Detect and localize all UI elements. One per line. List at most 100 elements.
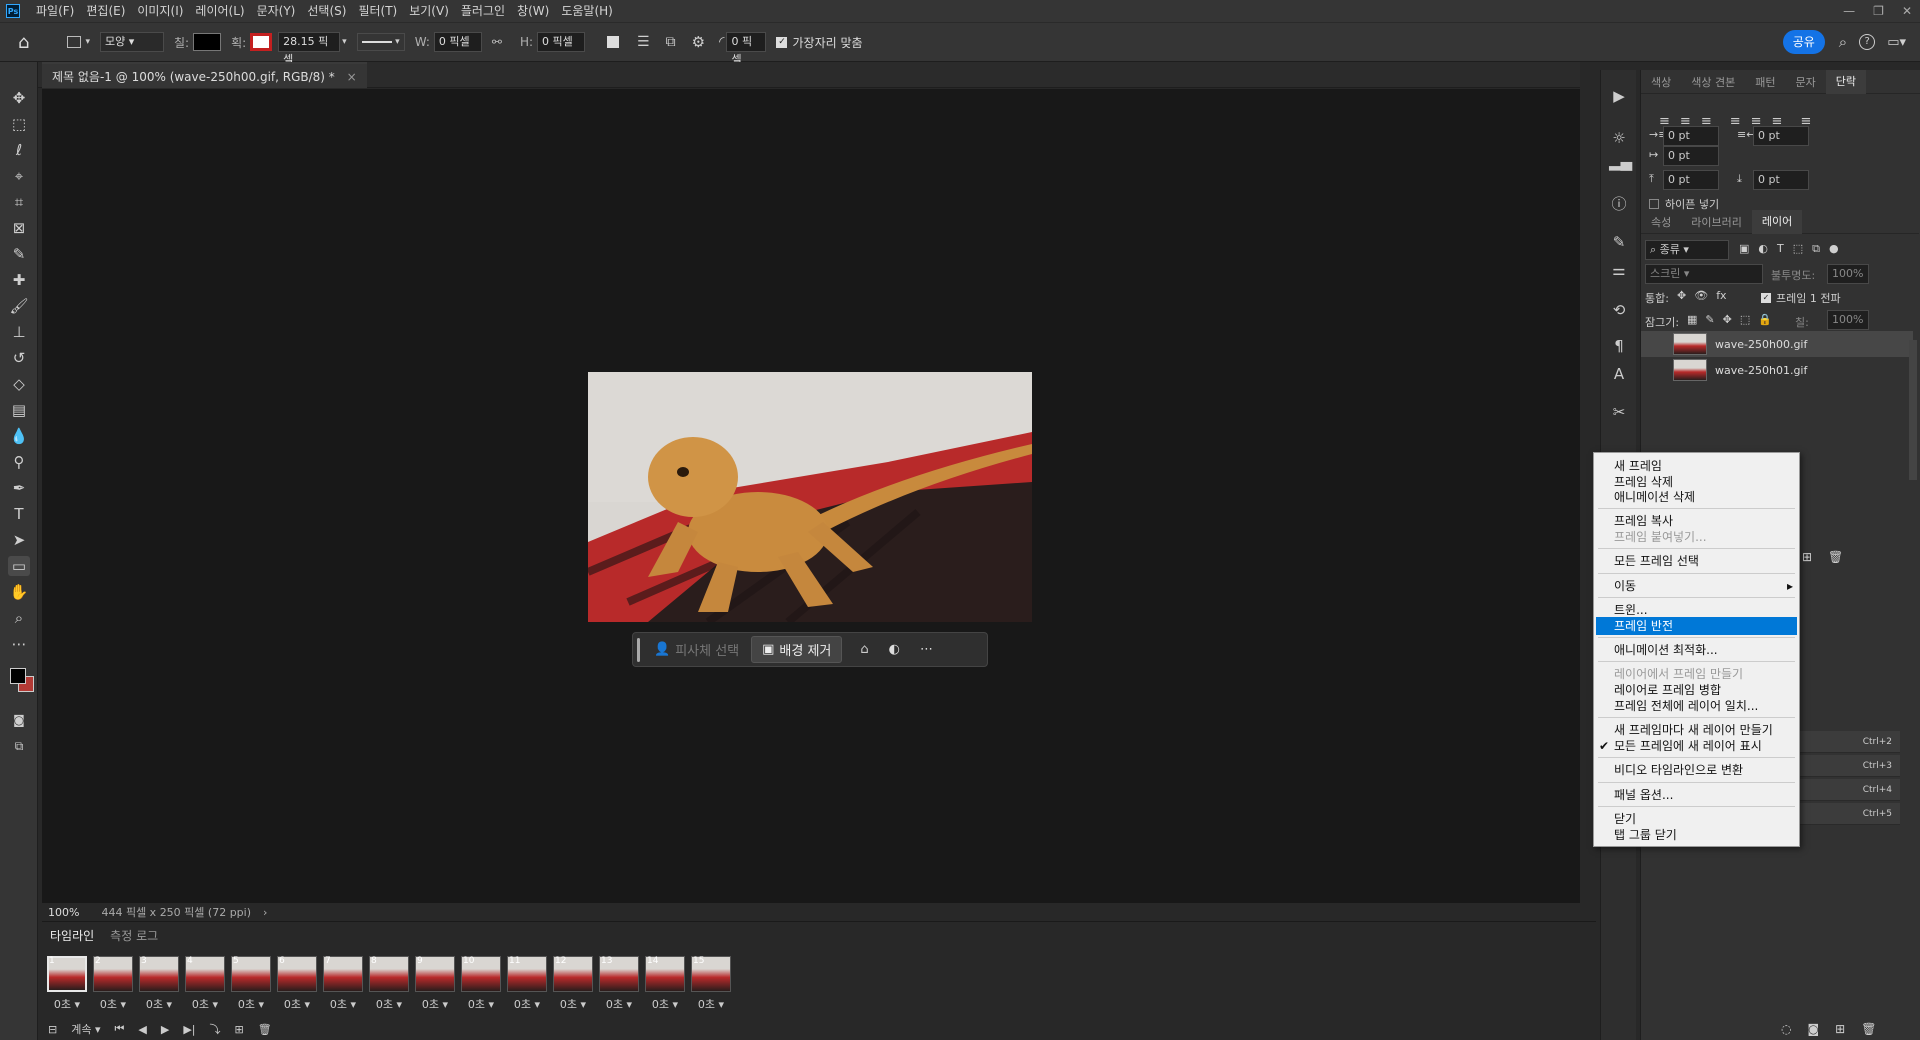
healing-brush-tool-icon[interactable]: ✚: [8, 270, 30, 290]
frame-delay-select[interactable]: 0초 ▾: [92, 996, 134, 1012]
object-selection-tool-icon[interactable]: ⌖: [8, 166, 30, 186]
animation-frame[interactable]: 12 0초 ▾: [552, 956, 594, 1016]
frame-delay-select[interactable]: 0초 ▾: [598, 996, 640, 1012]
adjustment-icon[interactable]: ◐: [889, 642, 900, 657]
chevron-down-icon[interactable]: ▾: [85, 37, 90, 47]
menu-filter[interactable]: 필터(T): [352, 0, 403, 22]
animation-frame[interactable]: 7 0초 ▾: [322, 956, 364, 1016]
menu-view[interactable]: 보기(V): [403, 0, 455, 22]
filter-shape-icon[interactable]: ⬚: [1793, 242, 1803, 256]
animation-frame[interactable]: 6 0초 ▾: [276, 956, 318, 1016]
tab-color[interactable]: 색상: [1641, 74, 1681, 90]
move-tool-icon[interactable]: ✥: [8, 88, 30, 108]
height-field[interactable]: 0 픽셀: [537, 32, 586, 52]
tab-swatches[interactable]: 색상 견본: [1681, 74, 1745, 90]
play-actions-icon[interactable]: ▶: [1609, 86, 1629, 106]
animation-frame[interactable]: 9 0초 ▾: [414, 956, 456, 1016]
context-menu-item[interactable]: 비디오 타임라인으로 변환: [1596, 761, 1797, 779]
filter-toggle-icon[interactable]: ●: [1829, 242, 1839, 256]
frame-delay-select[interactable]: 0초 ▾: [276, 996, 318, 1012]
menu-help[interactable]: 도움말(H): [555, 0, 619, 22]
frame-delay-select[interactable]: 0초 ▾: [368, 996, 410, 1012]
brush-tool-icon[interactable]: 🖌: [8, 296, 30, 316]
frame-delay-select[interactable]: 0초 ▾: [460, 996, 502, 1012]
animation-frame[interactable]: 2 0초 ▾: [92, 956, 134, 1016]
layer-row[interactable]: wave-250h01.gif: [1641, 357, 1913, 383]
history-icon[interactable]: ⟲: [1609, 300, 1629, 320]
tab-timeline[interactable]: 타임라인: [42, 927, 102, 944]
tween-icon[interactable]: ⤵: [210, 1021, 221, 1037]
propagate-checkbox[interactable]: ✓: [1761, 293, 1771, 303]
play-icon[interactable]: ▶: [161, 1023, 169, 1036]
document-image[interactable]: [588, 372, 1032, 622]
new-layer-icon[interactable]: ⊞: [1802, 550, 1812, 564]
frame-delay-select[interactable]: 0초 ▾: [138, 996, 180, 1012]
home-icon[interactable]: ⌂: [18, 32, 29, 53]
hand-tool-icon[interactable]: ✋: [8, 582, 30, 602]
tool-preset-icon[interactable]: [67, 36, 82, 48]
more-options-button[interactable]: ⋯: [920, 642, 933, 657]
context-menu-item[interactable]: 탭 그룹 닫기: [1596, 826, 1797, 844]
filter-smart-object-icon[interactable]: ⧉: [1812, 242, 1820, 256]
select-subject-button[interactable]: 👤 피사체 선택: [654, 640, 739, 659]
next-frame-icon[interactable]: ▶|: [183, 1023, 195, 1036]
frame-delay-select[interactable]: 0초 ▾: [322, 996, 364, 1012]
context-menu-item[interactable]: 애니메이션 삭제: [1596, 488, 1797, 506]
menu-file[interactable]: 파일(F): [30, 0, 80, 22]
gear-icon[interactable]: ⚙: [692, 33, 705, 51]
duplicate-frame-icon[interactable]: ⊞: [235, 1023, 244, 1036]
character-icon[interactable]: A: [1609, 364, 1629, 384]
lock-transparent-icon[interactable]: ▦: [1687, 313, 1697, 326]
info-icon[interactable]: ⓘ: [1609, 194, 1629, 214]
more-tools-icon[interactable]: ⋯: [8, 634, 30, 654]
paragraph-icon[interactable]: ¶: [1609, 336, 1629, 356]
unify-position-icon[interactable]: ✥: [1677, 289, 1686, 302]
path-selection-tool-icon[interactable]: ➤: [8, 530, 30, 550]
animation-frame[interactable]: 8 0초 ▾: [368, 956, 410, 1016]
animation-frame[interactable]: 3 0초 ▾: [138, 956, 180, 1016]
eraser-tool-icon[interactable]: ◇: [8, 374, 30, 394]
filter-pixel-icon[interactable]: ▣: [1739, 242, 1749, 256]
channel-shortcut[interactable]: Ctrl+2: [1800, 731, 1900, 753]
crop-tool-icon[interactable]: ⌗: [8, 192, 30, 212]
lasso-tool-icon[interactable]: ℓ: [8, 140, 30, 160]
dotted-circle-icon[interactable]: ◌: [1781, 1022, 1791, 1036]
context-menu-item[interactable]: 모든 프레임 선택: [1596, 552, 1797, 570]
animation-frame[interactable]: 10 0초 ▾: [460, 956, 502, 1016]
frame-delay-select[interactable]: 0초 ▾: [552, 996, 594, 1012]
lock-position-icon[interactable]: ✥: [1723, 313, 1732, 326]
stroke-width-field[interactable]: 28.15 픽셀: [278, 32, 341, 66]
new-item-icon[interactable]: ⊞: [1835, 1022, 1845, 1036]
convert-timeline-icon[interactable]: ⊟: [48, 1023, 57, 1036]
lock-artboard-icon[interactable]: ⬚: [1740, 313, 1750, 326]
animation-frame[interactable]: 11 0초 ▾: [506, 956, 548, 1016]
context-menu-item[interactable]: 프레임 전체에 레이어 일치...: [1596, 697, 1797, 715]
indent-right-field[interactable]: 0 pt: [1753, 126, 1809, 146]
link-icon[interactable]: ⚯: [492, 35, 502, 49]
stroke-type-select[interactable]: ▾: [356, 33, 405, 51]
path-arrangement-icon[interactable]: ⧉: [666, 34, 676, 50]
gradient-tool-icon[interactable]: ▤: [8, 400, 30, 420]
close-tab-icon[interactable]: ×: [347, 70, 357, 84]
lock-all-icon[interactable]: 🔒: [1758, 313, 1772, 326]
blend-mode-select[interactable]: 스크린 ▾: [1645, 264, 1763, 284]
foreground-color-swatch[interactable]: [10, 668, 26, 684]
context-menu-item[interactable]: ✔ 모든 프레임에 새 레이어 표시: [1596, 737, 1797, 755]
filter-adjustment-icon[interactable]: ◐: [1758, 242, 1768, 256]
channel-shortcut[interactable]: Ctrl+5: [1800, 803, 1900, 825]
rectangle-tool-icon[interactable]: ▭: [8, 556, 30, 576]
path-alignment-icon[interactable]: ☰: [637, 34, 650, 50]
animation-frame[interactable]: 13 0초 ▾: [598, 956, 640, 1016]
layer-filter-select[interactable]: ⌕ 종류 ▾: [1645, 240, 1729, 260]
screen-mode-icon[interactable]: ⧉: [8, 736, 30, 756]
animation-frame[interactable]: 14 0초 ▾: [644, 956, 686, 1016]
frame-delay-select[interactable]: 0초 ▾: [414, 996, 456, 1012]
brush-settings-icon[interactable]: ✎: [1609, 232, 1629, 252]
tab-layers[interactable]: 레이어: [1751, 209, 1803, 234]
animation-frame[interactable]: 15 0초 ▾: [690, 956, 732, 1016]
pen-tool-icon[interactable]: ✒: [8, 478, 30, 498]
lock-pixels-icon[interactable]: ✎: [1705, 313, 1714, 326]
help-icon[interactable]: ?: [1859, 34, 1876, 50]
first-frame-icon[interactable]: ⏮: [115, 1022, 125, 1036]
document-tab[interactable]: 제목 없음-1 @ 100% (wave-250h00.gif, RGB/8) …: [42, 62, 367, 88]
